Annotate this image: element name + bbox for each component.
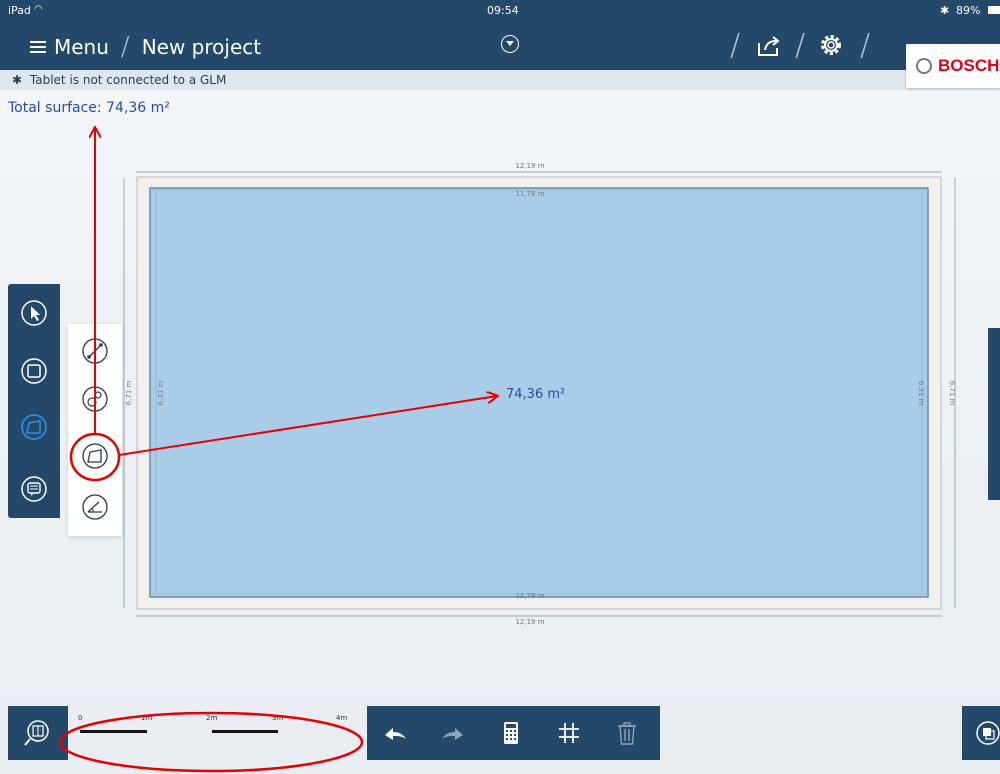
measure-tool-palette [68, 324, 122, 536]
plan-search-icon [24, 720, 49, 746]
inner-height-right-label: 6,31 m [917, 381, 925, 406]
brand-name: BOSCH [938, 56, 1000, 75]
grid-icon[interactable] [555, 719, 583, 747]
inner-height-left-label: 6,31 m [157, 381, 165, 406]
outer-height-right-label: 6,71 m [948, 381, 956, 406]
layers-button[interactable] [962, 706, 1000, 760]
scale-label: 4m [336, 714, 348, 722]
bosch-armature-icon [916, 58, 932, 74]
comment-icon[interactable] [19, 474, 49, 504]
outer-width-top-label: 12,19 m [515, 162, 544, 170]
outer-height-left-label: 6,71 m [125, 381, 133, 406]
circle-measure-icon[interactable] [80, 384, 110, 414]
scale-label: 0 [78, 714, 83, 722]
calculator-icon[interactable] [497, 719, 525, 747]
scale-segment [212, 730, 278, 733]
area-measure-icon[interactable] [80, 441, 110, 471]
inner-width-top-label: 11,78 m [515, 190, 544, 198]
angle-measure-icon[interactable] [80, 492, 110, 522]
delete-icon[interactable] [613, 719, 641, 747]
scale-label: 2m [206, 714, 218, 722]
floor-plan-canvas[interactable]: 12,19 m 11,78 m 11,78 m 12,19 m 6,71 m 6… [0, 0, 1000, 774]
floor-plan-zoom-button[interactable] [8, 706, 68, 760]
inner-width-bottom-label: 11,78 m [515, 592, 544, 600]
pointer-icon[interactable] [19, 298, 49, 328]
left-toolbar [8, 284, 60, 518]
bottom-toolbar [367, 706, 660, 760]
bosch-logo: BOSCH [906, 44, 1000, 88]
copy-layer-icon [976, 721, 1000, 745]
surface-tool-icon[interactable] [19, 412, 49, 442]
scale-bar: 0 1m 2m 3m 4m [70, 712, 360, 752]
scale-segment [80, 730, 147, 733]
wall-shape-icon[interactable] [19, 356, 49, 386]
scale-label: 1m [141, 714, 153, 722]
scale-label: 3m [272, 714, 284, 722]
redo-icon[interactable] [439, 719, 467, 747]
room-area-label: 74,36 m² [506, 387, 565, 402]
outer-width-bottom-label: 12,19 m [515, 618, 544, 626]
undo-icon[interactable] [381, 719, 409, 747]
line-measure-icon[interactable] [80, 336, 110, 366]
right-panel-handle[interactable] [988, 328, 1000, 500]
